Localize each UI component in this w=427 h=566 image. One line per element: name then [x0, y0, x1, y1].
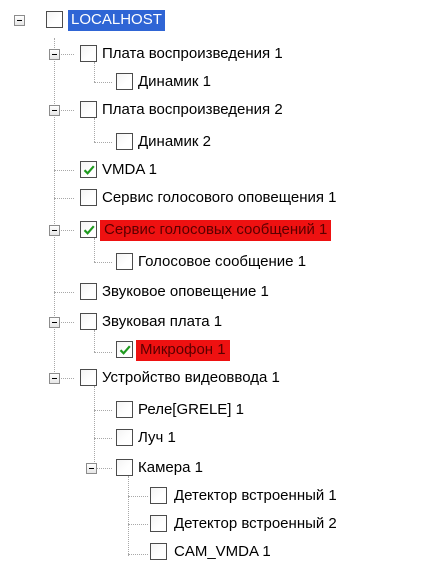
tree-node-localhost[interactable]: LOCALHOST: [0, 10, 220, 34]
node-label: CAM_VMDA 1: [174, 543, 271, 560]
node-label: Динамик 2: [138, 133, 211, 150]
checkbox[interactable]: [116, 459, 133, 476]
node-label: Динамик 1: [138, 73, 211, 90]
checkbox[interactable]: [116, 133, 133, 150]
node-label: Сервис голосового оповещения 1: [102, 189, 337, 206]
checkbox[interactable]: [80, 161, 97, 178]
node-label: Плата воспроизведения 2: [102, 101, 283, 118]
node-label: Микрофон 1: [136, 340, 230, 361]
tree-node[interactable]: Сервис голосовых сообщений 1: [0, 220, 420, 244]
node-label: LOCALHOST: [68, 10, 165, 31]
tree-node[interactable]: CAM_VMDA 1: [0, 542, 420, 566]
tree-node[interactable]: Плата воспроизведения 1: [0, 44, 380, 68]
tree-node[interactable]: Луч 1: [0, 428, 420, 452]
tree-node[interactable]: Звуковое оповещение 1: [0, 282, 420, 306]
checkbox[interactable]: [150, 515, 167, 532]
node-label: Плата воспроизведения 1: [102, 45, 283, 62]
node-label: Камера 1: [138, 459, 203, 476]
tree-node[interactable]: Плата воспроизведения 2: [0, 100, 380, 124]
tree-node[interactable]: Динамик 1: [0, 72, 380, 96]
checkbox[interactable]: [116, 401, 133, 418]
tree-node[interactable]: Микрофон 1: [0, 340, 420, 364]
tree-node[interactable]: VMDA 1: [0, 160, 380, 184]
collapse-icon[interactable]: [86, 463, 97, 474]
tree-node[interactable]: Реле[GRELE] 1: [0, 400, 420, 424]
collapse-icon[interactable]: [49, 317, 60, 328]
collapse-icon[interactable]: [49, 49, 60, 60]
device-tree: LOCALHOST Плата воспроизведения 1 Динами…: [0, 0, 427, 565]
checkbox[interactable]: [116, 429, 133, 446]
tree-line: [94, 386, 95, 468]
tree-node[interactable]: Сервис голосового оповещения 1: [0, 188, 420, 212]
collapse-icon[interactable]: [49, 225, 60, 236]
node-label: Детектор встроенный 2: [174, 515, 337, 532]
node-label: Реле[GRELE] 1: [138, 401, 244, 418]
checkbox[interactable]: [150, 487, 167, 504]
node-label: Луч 1: [138, 429, 176, 446]
node-label: VMDA 1: [102, 161, 158, 178]
green-check-icon: [119, 345, 131, 355]
node-label: Сервис голосовых сообщений 1: [100, 220, 332, 241]
tree-node[interactable]: Голосовое сообщение 1: [0, 252, 420, 276]
checkbox[interactable]: [80, 45, 97, 62]
collapse-icon[interactable]: [14, 15, 25, 26]
checkbox[interactable]: [116, 253, 133, 270]
tree-node[interactable]: Камера 1: [0, 458, 420, 482]
node-label: Голосовое сообщение 1: [138, 253, 307, 270]
checkbox[interactable]: [116, 341, 133, 358]
checkbox[interactable]: [80, 101, 97, 118]
checkbox[interactable]: [80, 221, 97, 238]
node-label: Звуковое оповещение 1: [102, 283, 269, 300]
checkbox[interactable]: [80, 313, 97, 330]
green-check-icon: [83, 165, 95, 175]
checkbox[interactable]: [80, 283, 97, 300]
node-label: Детектор встроенный 1: [174, 487, 337, 504]
collapse-icon[interactable]: [49, 373, 60, 384]
tree-node[interactable]: Детектор встроенный 1: [0, 486, 420, 510]
node-label: Устройство видеоввода 1: [102, 369, 280, 386]
tree-node[interactable]: Звуковая плата 1: [0, 312, 420, 336]
tree-node[interactable]: Устройство видеоввода 1: [0, 368, 420, 392]
checkbox[interactable]: [80, 369, 97, 386]
checkbox[interactable]: [116, 73, 133, 90]
collapse-icon[interactable]: [49, 105, 60, 116]
checkbox[interactable]: [150, 543, 167, 560]
node-label: Звуковая плата 1: [102, 313, 223, 330]
checkbox[interactable]: [46, 11, 63, 28]
checkbox[interactable]: [80, 189, 97, 206]
green-check-icon: [83, 225, 95, 235]
tree-node[interactable]: Детектор встроенный 2: [0, 514, 420, 538]
tree-node[interactable]: Динамик 2: [0, 132, 380, 156]
